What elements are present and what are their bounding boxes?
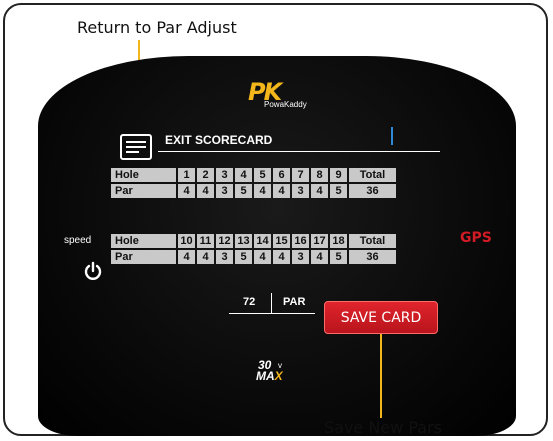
table-row-holes: Hole 1 2 3 4 5 6 7 8 9 Total [111, 168, 396, 182]
hole-cell: 4 [235, 168, 252, 182]
hole-cell: 7 [292, 168, 309, 182]
par-cell[interactable]: 4 [254, 250, 271, 264]
hole-cell: 9 [330, 168, 347, 182]
hole-cell: 16 [292, 234, 309, 248]
total-header: Total [349, 234, 396, 248]
hole-cell: 8 [311, 168, 328, 182]
hole-cell: 15 [273, 234, 290, 248]
par-cell[interactable]: 4 [273, 184, 290, 198]
par-cell[interactable]: 3 [292, 250, 309, 264]
par-cell[interactable]: 4 [197, 184, 214, 198]
par-cell[interactable]: 5 [330, 184, 347, 198]
hole-cell: 5 [254, 168, 271, 182]
hole-cell: 2 [197, 168, 214, 182]
speed-label: speed [64, 235, 92, 246]
par-cell[interactable]: 3 [216, 250, 233, 264]
par-cell[interactable]: 5 [330, 250, 347, 264]
par-cell[interactable]: 4 [178, 250, 195, 264]
par-cell[interactable]: 5 [235, 184, 252, 198]
save-card-button[interactable]: SAVE CARD [324, 301, 438, 334]
hole-cell: 11 [197, 234, 214, 248]
hole-cell: 14 [254, 234, 271, 248]
par-cell[interactable]: 3 [292, 184, 309, 198]
callout-return-to-par-adjust: Return to Par Adjust [77, 18, 237, 37]
par-underline [229, 313, 315, 314]
model-max: MAX [256, 369, 283, 383]
total-value: 36 [349, 250, 396, 264]
gps-indicator: GPS [460, 230, 492, 246]
par-total-value: 72 [243, 296, 256, 308]
par-cell[interactable]: 4 [311, 250, 328, 264]
back-nine-table: Hole 10 11 12 13 14 15 16 17 18 Total Pa… [109, 232, 398, 266]
scorecard-icon[interactable] [120, 134, 152, 160]
table-row-pars: Par 4 4 3 5 4 4 3 4 5 36 [111, 184, 396, 198]
table-row-pars: Par 4 4 3 5 4 4 3 4 5 36 [111, 250, 396, 264]
par-cell[interactable]: 4 [273, 250, 290, 264]
table-row-holes: Hole 10 11 12 13 14 15 16 17 18 Total [111, 234, 396, 248]
logo-subtitle: PowaKaddy [264, 100, 307, 109]
par-cell[interactable]: 3 [216, 184, 233, 198]
exit-scorecard-button[interactable]: EXIT SCORECARD [165, 133, 272, 147]
total-value: 36 [349, 184, 396, 198]
callout-save-new-pars: Save New Pars [324, 418, 442, 437]
hole-cell: 6 [273, 168, 290, 182]
hole-cell: 1 [178, 168, 195, 182]
power-icon[interactable] [83, 261, 103, 281]
par-cell[interactable]: 4 [311, 184, 328, 198]
30v-max-logo: 30 v MAX [256, 358, 296, 384]
par-cell[interactable]: 4 [254, 184, 271, 198]
par-cell[interactable]: 5 [235, 250, 252, 264]
par-label: Par [111, 184, 176, 198]
par-total-label: PAR [283, 296, 306, 308]
par-separator [271, 293, 272, 313]
total-header: Total [349, 168, 396, 182]
hole-cell: 10 [178, 234, 195, 248]
par-cell[interactable]: 4 [197, 250, 214, 264]
exit-underline [158, 151, 440, 152]
hole-cell: 12 [216, 234, 233, 248]
hole-cell: 18 [330, 234, 347, 248]
par-label: Par [111, 250, 176, 264]
par-cell[interactable]: 4 [178, 184, 195, 198]
text-cursor [391, 127, 393, 145]
leader-line-bottom [380, 334, 382, 418]
powakaddy-logo: PK PowaKaddy [248, 78, 328, 110]
front-nine-table: Hole 1 2 3 4 5 6 7 8 9 Total Par 4 4 3 5… [109, 166, 398, 200]
hole-cell: 17 [311, 234, 328, 248]
hole-header: Hole [111, 234, 176, 248]
hole-cell: 3 [216, 168, 233, 182]
hole-cell: 13 [235, 234, 252, 248]
hole-header: Hole [111, 168, 176, 182]
